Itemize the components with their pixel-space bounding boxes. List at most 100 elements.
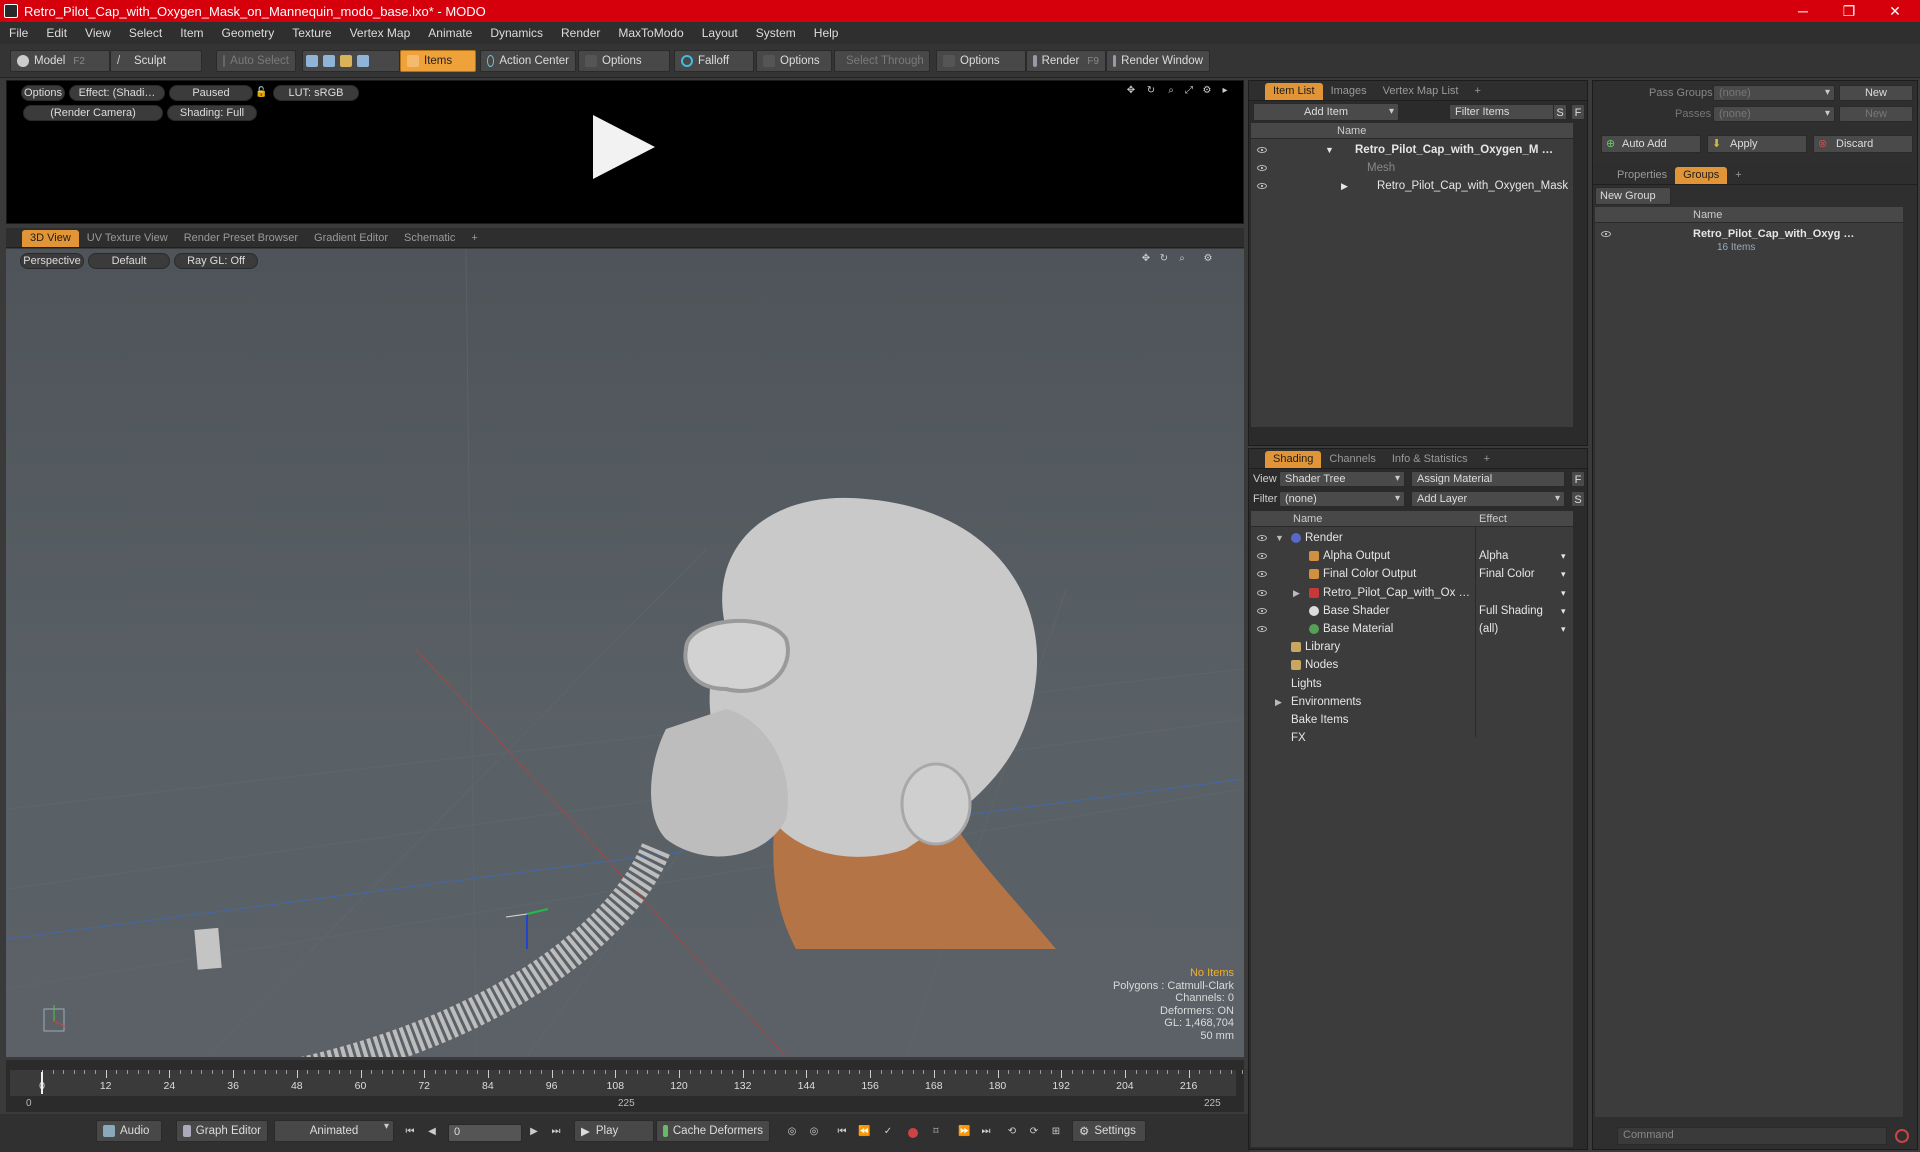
edges-mode-icon[interactable] [323,55,335,67]
3d-viewport[interactable]: Perspective Default Ray GL: Off ✥ ↻ ⌕ ⚙ … [6,249,1244,1057]
menu-maxtomodo[interactable]: MaxToModo [609,26,692,40]
shader-tree-row[interactable]: ▶ Retro_Pilot_Cap_with_Ox … ▾ [1251,584,1573,602]
shader-tree-dropdown[interactable]: Shader Tree [1279,471,1405,487]
settings-button[interactable]: ⚙ Settings [1072,1120,1146,1142]
materials-mode-icon[interactable] [357,55,369,67]
pass-groups-dropdown[interactable]: (none) [1713,85,1835,101]
record-icon[interactable] [908,1128,918,1138]
discard-button[interactable]: ⊗ Discard [1813,135,1913,153]
tree-item-mesh[interactable]: Mesh [1251,159,1573,177]
prev-keyframe-icon[interactable]: ⏪ [858,1126,870,1138]
effect-dropdown-icon[interactable]: ▾ [1561,620,1566,638]
cache-deformers-button[interactable]: Cache Deformers [656,1120,770,1142]
expand-icon[interactable]: ⤢ [1183,85,1195,97]
play-preview-icon[interactable] [593,115,655,179]
timeline-ruler[interactable]: 0122436486072849610812013214415616818019… [10,1070,1243,1096]
visibility-eye-icon[interactable] [1601,231,1611,237]
tab-gradient-editor[interactable]: Gradient Editor [306,230,396,247]
shader-tree-row[interactable]: ▼ Render [1251,529,1573,547]
add-layer-dropdown[interactable]: Add Layer [1411,491,1565,507]
falloff-button[interactable]: Falloff [674,50,754,72]
new-group-button[interactable]: New Group [1595,187,1671,205]
tab-shading[interactable]: Shading [1265,451,1322,468]
visibility-eye-icon[interactable] [1257,535,1267,541]
shader-tree-row[interactable]: Bake Items [1251,711,1573,729]
falloff-options-button[interactable]: Options [756,50,832,72]
select-through-options-button[interactable]: Options [936,50,1026,72]
menu-render[interactable]: Render [552,26,609,40]
command-input[interactable]: Command [1617,1127,1887,1145]
visibility-eye-icon[interactable] [1257,626,1267,632]
name-column-header[interactable]: Name [1693,207,1722,223]
zoom-icon[interactable]: ⌕ [1165,85,1177,97]
lut-dropdown[interactable]: LUT: sRGB [273,85,359,101]
auto-select-button[interactable]: Auto Select [216,50,296,72]
shader-tree-row[interactable]: Lights [1251,675,1573,693]
render-window-button[interactable]: Render Window [1106,50,1210,72]
timeline[interactable]: 0 12 24 36 48 60 72 84 96 108 120 132 144 156 168 180 19… [6,1060,1244,1112]
shader-effect-value[interactable]: Full Shading [1479,602,1571,620]
shader-tree-row[interactable]: ▶ Environments [1251,693,1573,711]
loop-icon[interactable]: ⟲ [1006,1126,1018,1138]
effect-column-header[interactable]: Effect [1479,511,1507,527]
preview-effect-dropdown[interactable]: Effect: (Shadi… [69,85,165,101]
auto-add-button[interactable]: ⊕ Auto Add [1601,135,1701,153]
key-icon[interactable]: ◎ [786,1126,798,1138]
move-icon[interactable]: ✥ [1125,85,1137,97]
new-pass-group-button[interactable]: New [1839,85,1913,101]
tab-uv-texture-view[interactable]: UV Texture View [79,230,176,247]
filter-dropdown[interactable]: (none) [1279,491,1405,507]
new-pass-button[interactable]: New [1839,106,1913,122]
step-forward-icon[interactable]: ▶ [528,1126,540,1138]
effect-dropdown-icon[interactable]: ▾ [1561,602,1566,620]
visibility-eye-icon[interactable] [1257,165,1267,171]
tab-vertex-map-list[interactable]: Vertex Map List [1375,83,1467,100]
rotate-icon[interactable]: ↻ [1145,85,1157,97]
shading-dropdown[interactable]: Shading: Full [167,105,257,121]
auto-key-icon[interactable]: ✓ [882,1126,894,1138]
effect-dropdown-icon[interactable]: ▾ [1561,584,1566,602]
skip-end-icon[interactable]: ⏭ [550,1126,562,1138]
menu-edit[interactable]: Edit [37,26,76,40]
apply-button[interactable]: ⬇ Apply [1707,135,1807,153]
menu-system[interactable]: System [747,26,805,40]
menu-select[interactable]: Select [120,26,171,40]
raygl-dropdown[interactable]: Ray GL: Off [174,253,258,269]
select-through-button[interactable]: Select Through [834,50,930,72]
shading-s-button[interactable]: S [1571,491,1585,507]
shading-f-button[interactable]: F [1571,471,1585,487]
menu-layout[interactable]: Layout [693,26,747,40]
preview-paused-button[interactable]: Paused [169,85,253,101]
expand-arrow-icon[interactable]: ▶ [1341,177,1348,195]
menu-geometry[interactable]: Geometry [213,26,284,40]
effect-dropdown-icon[interactable]: ▾ [1561,565,1566,583]
shader-tree-row[interactable]: Final Color Output Final Color ▾ [1251,565,1573,583]
add-tab-button[interactable]: + [463,230,485,247]
visibility-eye-icon[interactable] [1257,183,1267,189]
visibility-eye-icon[interactable] [1257,589,1267,596]
prev-key-icon[interactable]: ⏮ [836,1126,848,1138]
action-center-options-button[interactable]: Options [578,50,670,72]
visibility-eye-icon[interactable] [1257,147,1267,153]
audio-button[interactable]: Audio [96,1120,162,1142]
name-column-header[interactable]: Name [1293,511,1322,527]
next-keyframe-icon[interactable]: ⏩ [958,1126,970,1138]
menu-animate[interactable]: Animate [419,26,481,40]
filter-items-input[interactable]: Filter Items [1449,104,1559,120]
next-key-icon[interactable]: ⏭ [980,1126,992,1138]
add-item-dropdown[interactable]: Add Item [1253,103,1399,121]
action-center-button[interactable]: Action Center [480,50,576,72]
default-style-dropdown[interactable]: Default [88,253,170,269]
tab-channels[interactable]: Channels [1321,451,1383,468]
render-camera-dropdown[interactable]: (Render Camera) [23,105,163,121]
menu-view[interactable]: View [76,26,120,40]
visibility-eye-icon[interactable] [1257,553,1267,560]
shader-tree-row[interactable]: Base Shader Full Shading ▾ [1251,602,1573,620]
maximize-button[interactable]: ❐ [1826,0,1872,22]
visibility-eye-icon[interactable] [1257,607,1267,614]
shader-tree-row[interactable]: Base Material (all) ▾ [1251,620,1573,638]
shader-tree-row[interactable]: Nodes [1251,656,1573,674]
assign-material-button[interactable]: Assign Material [1411,471,1565,487]
command-record-icon[interactable] [1895,1129,1909,1143]
move-view-icon[interactable]: ✥ [1140,253,1152,265]
